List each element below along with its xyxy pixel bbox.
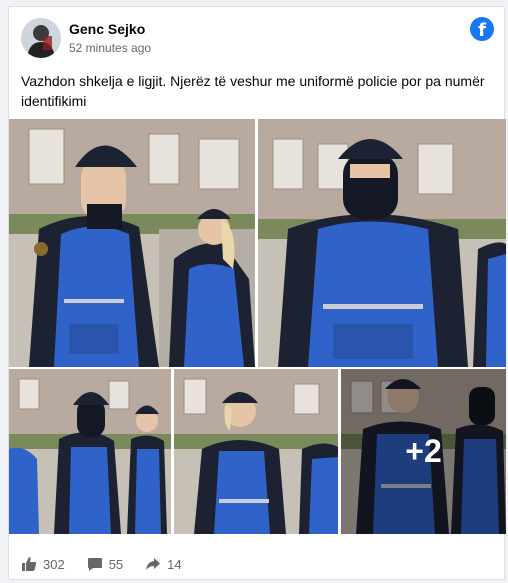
post-timestamp[interactable]: 52 minutes ago: [69, 41, 151, 55]
avatar-image: [21, 18, 61, 58]
post-card: Genc Sejko 52 minutes ago f Vazhdon shke…: [8, 6, 506, 580]
post-text: Vazhdon shkelja e ligjit. Njerëz të vesh…: [21, 73, 485, 109]
post-photo-2[interactable]: [258, 119, 506, 367]
comment-button[interactable]: 55: [87, 556, 123, 572]
post-photo-4[interactable]: [174, 369, 338, 534]
post-photo-5[interactable]: +2: [341, 369, 506, 534]
like-count: 302: [43, 556, 65, 572]
post-photo-1[interactable]: [9, 119, 255, 367]
post-photo-3[interactable]: [9, 369, 171, 534]
share-count: 14: [167, 556, 182, 572]
post-stats: 302 55 14: [21, 554, 204, 574]
comment-count: 55: [108, 556, 124, 572]
share-icon: [146, 558, 161, 570]
more-photos-overlay[interactable]: +2: [341, 369, 506, 534]
more-photos-count: +2: [405, 433, 442, 469]
facebook-logo-icon[interactable]: f: [470, 17, 494, 41]
author-name[interactable]: Genc Sejko: [69, 21, 145, 37]
like-icon: [22, 557, 37, 571]
share-button[interactable]: 14: [145, 556, 182, 572]
comment-icon: [87, 558, 102, 571]
avatar[interactable]: [21, 18, 61, 58]
like-button[interactable]: 302: [21, 556, 65, 572]
